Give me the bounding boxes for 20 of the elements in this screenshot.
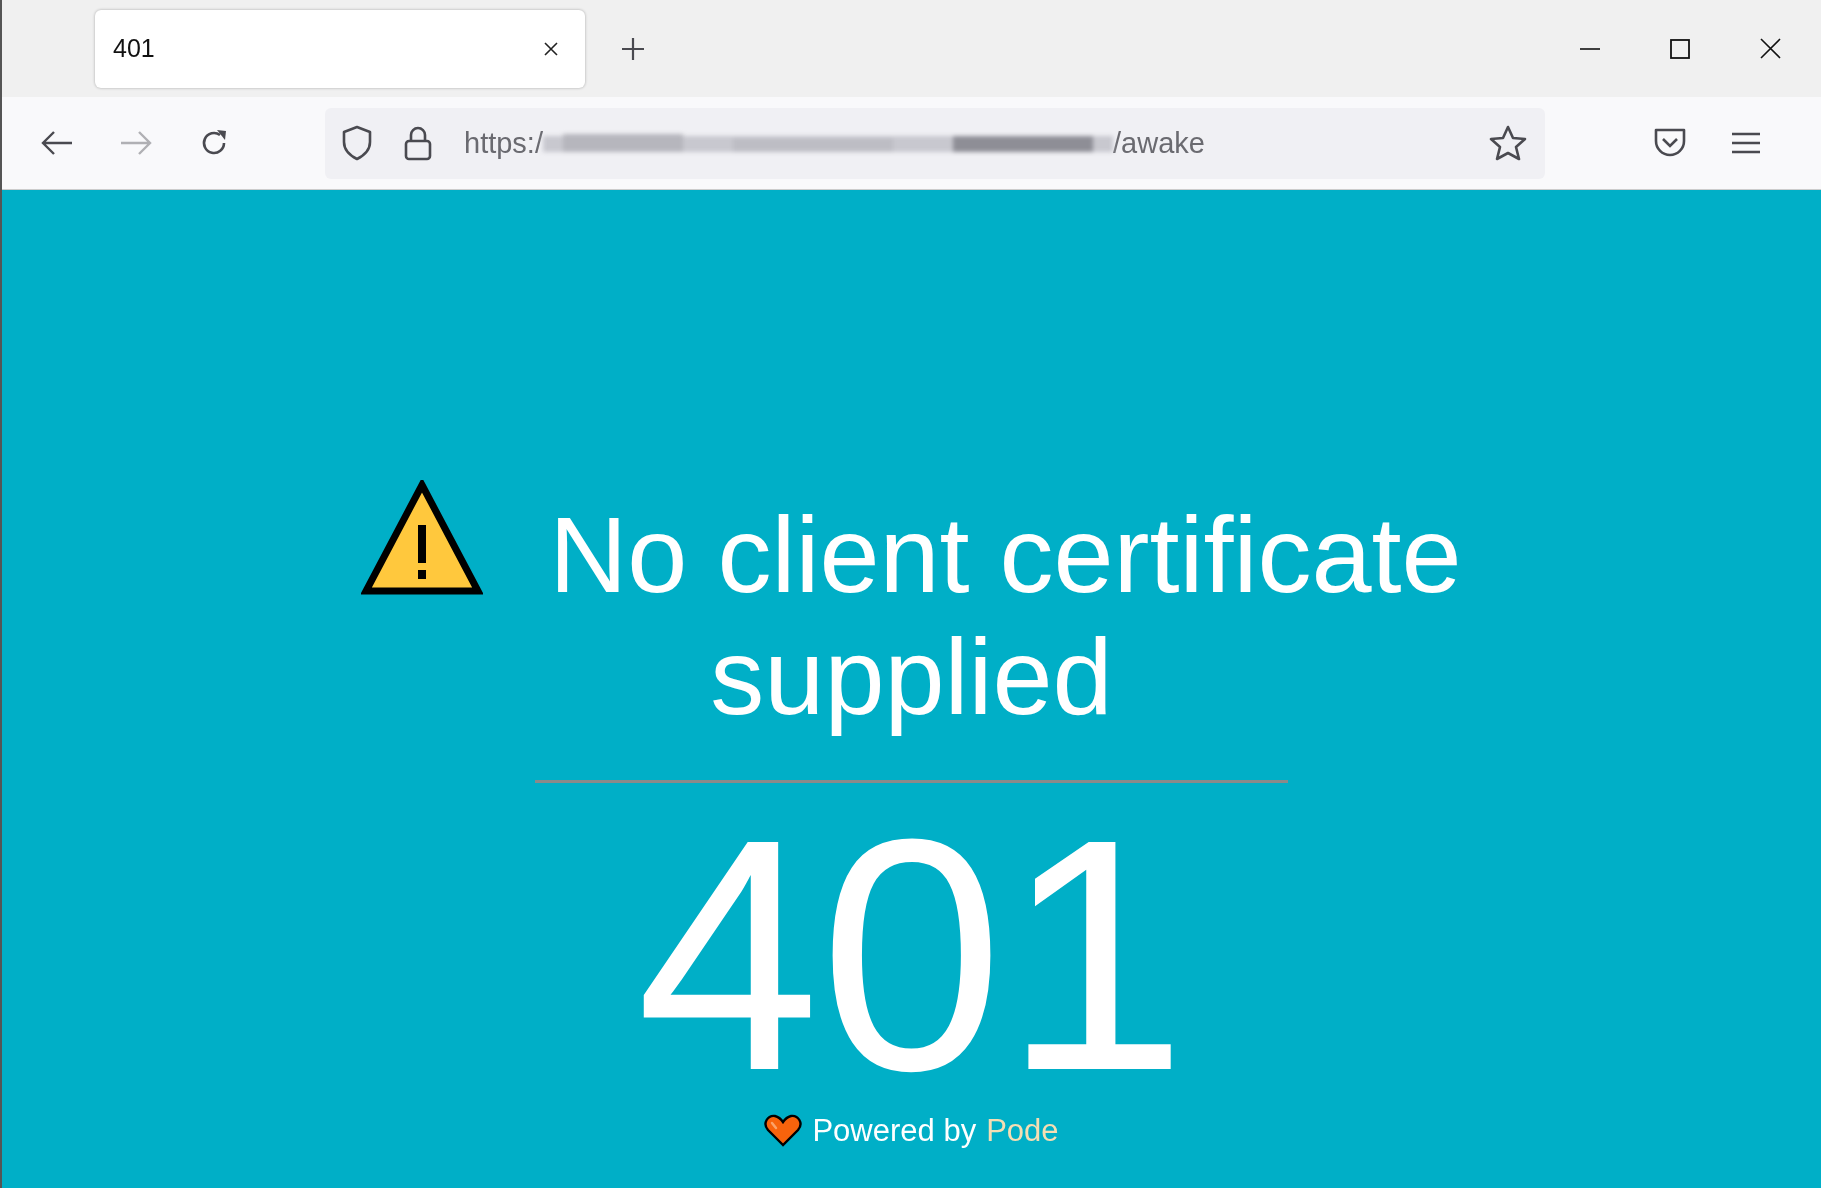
shield-icon[interactable] (342, 125, 372, 161)
back-arrow-icon[interactable] (40, 129, 74, 157)
star-icon[interactable] (1489, 125, 1527, 161)
warning-icon (361, 480, 484, 596)
maximize-icon[interactable] (1670, 38, 1690, 59)
address-bar[interactable]: https:/ /awake (325, 107, 1545, 179)
close-icon[interactable] (1760, 38, 1781, 59)
status-code: 401 (636, 823, 1187, 1087)
url-text: https:/ (464, 126, 543, 160)
close-icon[interactable] (543, 40, 559, 57)
minimize-icon[interactable] (1580, 46, 1600, 51)
heart-icon (764, 1114, 803, 1148)
plus-icon[interactable] (621, 36, 645, 61)
url-text: /awake (1113, 126, 1205, 160)
menu-icon[interactable] (1732, 132, 1760, 154)
footer-text: Powered by (812, 1113, 977, 1149)
pocket-icon[interactable] (1653, 127, 1687, 159)
lock-icon[interactable] (404, 125, 432, 161)
browser-tab[interactable]: 401 (95, 9, 585, 88)
error-message: No client certificate supplied (549, 494, 1462, 737)
